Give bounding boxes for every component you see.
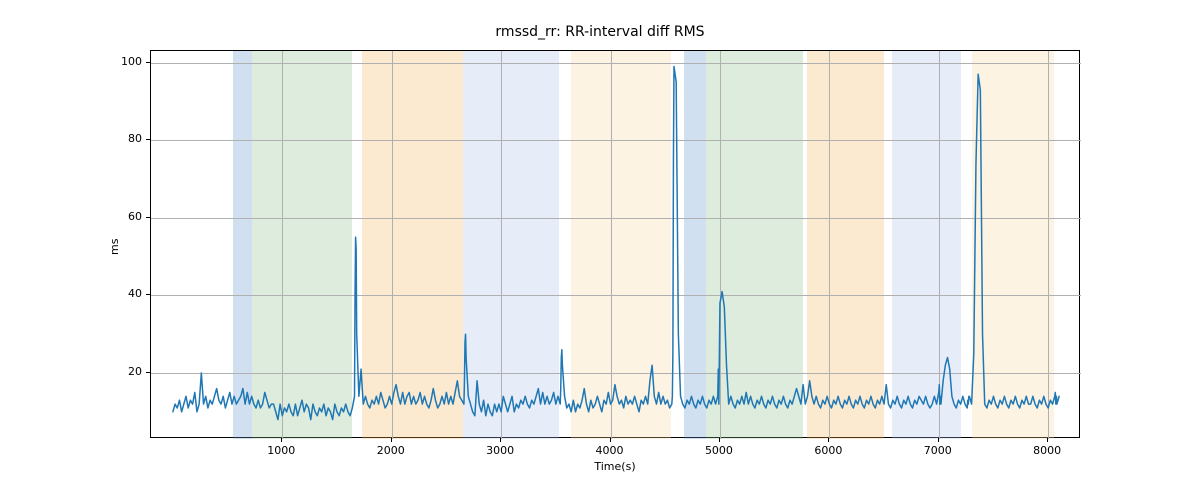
x-tick-label: 7000 <box>913 444 963 457</box>
x-tick-label: 5000 <box>694 444 744 457</box>
x-tick-label: 6000 <box>803 444 853 457</box>
x-tick <box>391 438 392 442</box>
x-tick <box>719 438 720 442</box>
y-tick <box>146 372 150 373</box>
y-tick-label: 100 <box>112 56 142 68</box>
y-tick-label: 20 <box>112 366 142 378</box>
x-tick-label: 8000 <box>1022 444 1072 457</box>
x-tick-label: 1000 <box>256 444 306 457</box>
x-tick-label: 2000 <box>366 444 416 457</box>
x-tick <box>281 438 282 442</box>
y-tick-label: 60 <box>112 211 142 223</box>
y-tick-label: 80 <box>112 133 142 145</box>
y-axis-label: ms <box>108 239 121 255</box>
y-tick-label: 40 <box>112 288 142 300</box>
axes-frame <box>150 50 1080 438</box>
x-tick-label: 3000 <box>475 444 525 457</box>
x-tick <box>1047 438 1048 442</box>
y-tick <box>146 294 150 295</box>
y-tick <box>146 217 150 218</box>
x-tick <box>610 438 611 442</box>
line-series <box>151 51 1081 439</box>
y-tick <box>146 62 150 63</box>
y-tick <box>146 139 150 140</box>
x-tick <box>938 438 939 442</box>
plot-area <box>151 51 1081 439</box>
x-tick <box>828 438 829 442</box>
figure: rmssd_rr: RR-interval diff RMS 1000 2000 3… <box>0 0 1200 500</box>
x-axis-label: Time(s) <box>150 460 1080 473</box>
x-tick-label: 4000 <box>585 444 635 457</box>
x-tick <box>500 438 501 442</box>
chart-title: rmssd_rr: RR-interval diff RMS <box>0 24 1200 40</box>
